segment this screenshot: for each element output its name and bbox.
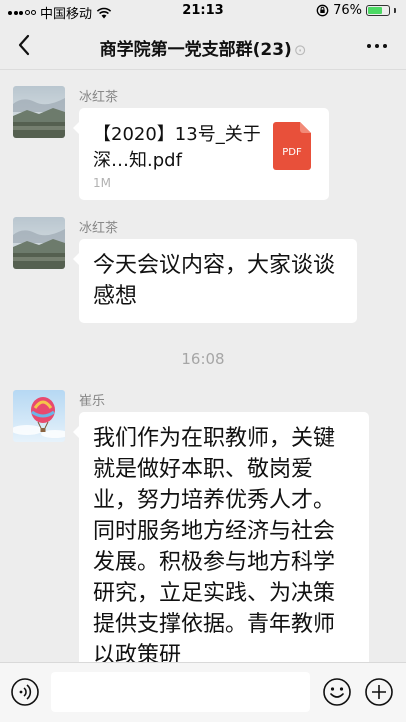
add-button[interactable] [364, 677, 394, 707]
avatar[interactable] [13, 217, 65, 269]
file-size: 1M [93, 176, 111, 190]
text-message-bubble[interactable]: 我们作为在职教师，关键就是做好本职、敬岗爱业，努力培养优秀人才。同时服务地方经济… [73, 412, 369, 662]
avatar[interactable] [13, 86, 65, 138]
voice-button[interactable] [10, 677, 40, 707]
chat-area[interactable]: 冰红茶 【2020】13号_关于深…知.pdf 1M PDF 冰红茶 今天会议内… [0, 70, 406, 662]
rotation-lock-icon [316, 4, 329, 17]
status-right: 76% [316, 3, 396, 18]
emoji-icon [323, 678, 351, 706]
battery-icon [366, 5, 390, 16]
message-input[interactable] [51, 672, 310, 712]
sender-name: 冰红茶 [79, 90, 119, 105]
pdf-file-icon: PDF [273, 122, 311, 170]
svg-text:PDF: PDF [282, 147, 302, 158]
avatar[interactable] [13, 390, 65, 442]
ear-icon: ⊙ [293, 41, 307, 59]
plus-circle-icon [365, 678, 393, 706]
text-message-bubble[interactable]: 今天会议内容，大家谈谈感想 [73, 239, 357, 323]
file-message-bubble[interactable]: 【2020】13号_关于深…知.pdf 1M PDF [73, 108, 329, 200]
sender-name: 冰红茶 [79, 221, 119, 236]
chat-title: 商学院第一党支部群(23) [99, 40, 292, 60]
status-bar: 中国移动 21:13 76% [0, 0, 406, 22]
battery-tip [394, 8, 396, 13]
input-bar [0, 662, 406, 722]
time-divider: 16:08 [181, 350, 225, 368]
file-name: 【2020】13号_关于深…知.pdf [93, 124, 261, 171]
battery-percent: 76% [333, 3, 362, 18]
voice-icon [11, 678, 39, 706]
more-button[interactable] [364, 34, 390, 58]
sender-name: 崔乐 [79, 394, 106, 409]
nav-bar: 商学院第一党支部群(23) ⊙ [0, 22, 406, 70]
chat-title-wrap: 商学院第一党支部群(23) ⊙ [0, 35, 406, 60]
emoji-button[interactable] [322, 677, 352, 707]
more-dots-icon [367, 44, 371, 48]
